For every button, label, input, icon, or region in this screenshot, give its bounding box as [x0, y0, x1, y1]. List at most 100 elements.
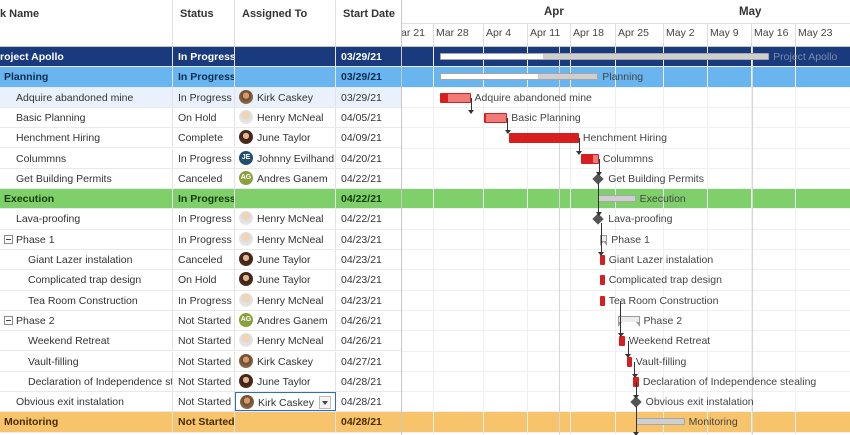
assigned-to-cell[interactable]: Henry McNeal	[235, 107, 336, 128]
status-cell[interactable]: Not Started	[173, 412, 235, 432]
start-date-cell[interactable]: 04/28/21	[336, 392, 401, 411]
task-name-cell[interactable]: Adquire abandoned mine	[0, 87, 173, 107]
task-name-cell[interactable]: Complicated trap design	[0, 270, 173, 290]
summary-bar[interactable]	[598, 195, 636, 203]
task-name-cell[interactable]: Declaration of Independence stealing	[0, 371, 173, 392]
assigned-to-cell[interactable]: Kirk Caskey	[235, 87, 336, 107]
column-header-status[interactable]: Status	[173, 0, 235, 46]
table-row[interactable]: Weekend Retreat Not Started Henry McNeal 04…	[0, 331, 401, 352]
table-row[interactable]: Execution In Progress 04/22/21	[0, 189, 401, 210]
task-bar[interactable]	[509, 133, 579, 144]
collapse-toggle-icon[interactable]	[4, 234, 13, 244]
assigned-to-cell[interactable]: Henry McNeal	[235, 209, 336, 229]
table-row[interactable]: Colummns In Progress JE Johnny Evilhand 04/2…	[0, 148, 401, 169]
table-row[interactable]: Obvious exit instalation Not Started Kirk …	[0, 392, 401, 413]
task-name-cell[interactable]: Henchment Hiring	[0, 128, 173, 148]
table-row[interactable]: Adquire abandoned mine In Progress Kirk Ca…	[0, 87, 401, 108]
column-header-assigned-to[interactable]: Assigned To	[235, 0, 336, 46]
task-bar[interactable]	[599, 255, 605, 265]
table-row[interactable]: Phase 2 Not Started AG Andres Ganem 04/26/21	[0, 310, 401, 332]
table-row[interactable]: Phase 1 In Progress Henry McNeal 04/23/21	[0, 229, 401, 250]
column-header-start-date[interactable]: Start Date	[336, 0, 401, 46]
start-date-cell[interactable]: 04/09/21	[336, 128, 401, 147]
task-bar[interactable]	[626, 356, 632, 367]
assigned-to-cell[interactable]: Kirk Caskey	[235, 392, 336, 412]
task-bar[interactable]	[484, 112, 508, 123]
task-name-cell[interactable]: Weekend Retreat	[0, 331, 173, 351]
summary-bar[interactable]	[440, 53, 770, 60]
status-cell[interactable]: In Progress	[173, 87, 235, 107]
start-date-cell[interactable]: 03/29/21	[336, 47, 401, 66]
assigned-to-cell[interactable]: June Taylor	[235, 270, 336, 290]
task-bar[interactable]	[580, 153, 599, 164]
task-bar[interactable]	[599, 275, 605, 286]
status-cell[interactable]: In Progress	[173, 229, 235, 249]
status-cell[interactable]: In Progress	[173, 47, 235, 67]
table-row[interactable]: roject Apollo In Progress 03/29/21	[0, 47, 401, 68]
start-date-cell[interactable]: 04/22/21	[336, 189, 401, 208]
assigned-to-cell[interactable]	[235, 412, 336, 432]
task-name-cell[interactable]: Colummns	[0, 148, 173, 168]
assigned-to-cell[interactable]: Henry McNeal	[235, 331, 336, 351]
start-date-cell[interactable]: 04/23/21	[336, 291, 401, 310]
status-cell[interactable]: In Progress	[173, 67, 235, 87]
task-name-cell[interactable]: Lava-proofing	[0, 209, 173, 229]
task-name-cell[interactable]: Vault-filling	[0, 351, 173, 371]
start-date-cell[interactable]: 04/26/21	[336, 311, 401, 330]
start-date-cell[interactable]: 04/26/21	[336, 331, 401, 350]
start-date-cell[interactable]: 04/20/21	[336, 149, 401, 168]
table-row[interactable]: Henchment Hiring Complete June Taylor 04/09…	[0, 128, 401, 149]
table-row[interactable]: Monitoring Not Started 04/28/21	[0, 412, 401, 433]
assigned-to-cell[interactable]: AG Andres Ganem	[235, 310, 336, 331]
start-date-cell[interactable]: 04/27/21	[336, 352, 401, 371]
status-cell[interactable]: Not Started	[173, 351, 235, 371]
table-row[interactable]: Planning In Progress 03/29/21	[0, 67, 401, 88]
start-date-cell[interactable]: 04/22/21	[336, 209, 401, 228]
status-cell[interactable]: Canceled	[173, 250, 235, 270]
assigned-to-cell[interactable]: Henry McNeal	[235, 229, 336, 249]
status-cell[interactable]: Canceled	[173, 168, 235, 189]
table-row[interactable]: Complicated trap design On Hold June Taylo…	[0, 270, 401, 291]
assigned-to-cell[interactable]: June Taylor	[235, 128, 336, 148]
status-cell[interactable]: Not Started	[173, 331, 235, 351]
task-name-cell[interactable]: Execution	[0, 189, 173, 209]
task-name-cell[interactable]: Basic Planning	[0, 107, 173, 128]
status-cell[interactable]: In Progress	[173, 189, 235, 209]
status-cell[interactable]: Complete	[173, 128, 235, 148]
assigned-to-cell[interactable]	[235, 47, 336, 67]
column-header-task-name[interactable]: k Name	[0, 0, 173, 46]
collapse-toggle-icon[interactable]	[4, 315, 13, 325]
status-cell[interactable]: Not Started	[173, 371, 235, 392]
assigned-to-cell[interactable]: Kirk Caskey	[235, 351, 336, 371]
start-date-cell[interactable]: 04/23/21	[336, 250, 401, 269]
start-date-cell[interactable]: 04/23/21	[336, 270, 401, 289]
task-bar[interactable]	[440, 92, 471, 103]
table-row[interactable]: Lava-proofing In Progress Henry McNeal 04/2…	[0, 209, 401, 230]
table-row[interactable]: Tea Room Construction In Progress Henry Mc…	[0, 290, 401, 311]
task-name-cell[interactable]: Tea Room Construction	[0, 290, 173, 310]
assigned-to-cell[interactable]: Henry McNeal	[235, 290, 336, 310]
start-date-cell[interactable]: 04/28/21	[336, 372, 401, 391]
start-date-cell[interactable]: 04/22/21	[336, 169, 401, 188]
assigned-to-cell[interactable]: AG Andres Ganem	[235, 168, 336, 189]
start-date-cell[interactable]: 04/05/21	[336, 108, 401, 127]
table-row[interactable]: Giant Lazer instalation Canceled June Tayl…	[0, 250, 401, 271]
status-cell[interactable]: In Progress	[173, 290, 235, 310]
start-date-cell[interactable]: 03/29/21	[336, 88, 401, 107]
assigned-to-cell[interactable]	[235, 67, 336, 87]
status-cell[interactable]: On Hold	[173, 270, 235, 290]
task-name-cell[interactable]: Monitoring	[0, 412, 173, 432]
task-bar[interactable]	[618, 336, 625, 347]
table-row[interactable]: Get Building Permits Canceled AG Andres Gan…	[0, 168, 401, 190]
task-name-cell[interactable]: Phase 2	[0, 310, 173, 331]
start-date-cell[interactable]: 04/23/21	[336, 230, 401, 249]
status-cell[interactable]: In Progress	[173, 209, 235, 229]
assigned-to-cell[interactable]: June Taylor	[235, 371, 336, 392]
task-name-cell[interactable]: Giant Lazer instalation	[0, 250, 173, 270]
task-name-cell[interactable]: roject Apollo	[0, 47, 173, 67]
table-row[interactable]: Declaration of Independence stealingNot …	[0, 371, 401, 393]
chevron-down-icon[interactable]	[319, 396, 331, 410]
assigned-to-cell[interactable]: June Taylor	[235, 250, 336, 270]
status-cell[interactable]: Not Started	[173, 392, 235, 412]
summary-bar[interactable]	[440, 73, 599, 81]
